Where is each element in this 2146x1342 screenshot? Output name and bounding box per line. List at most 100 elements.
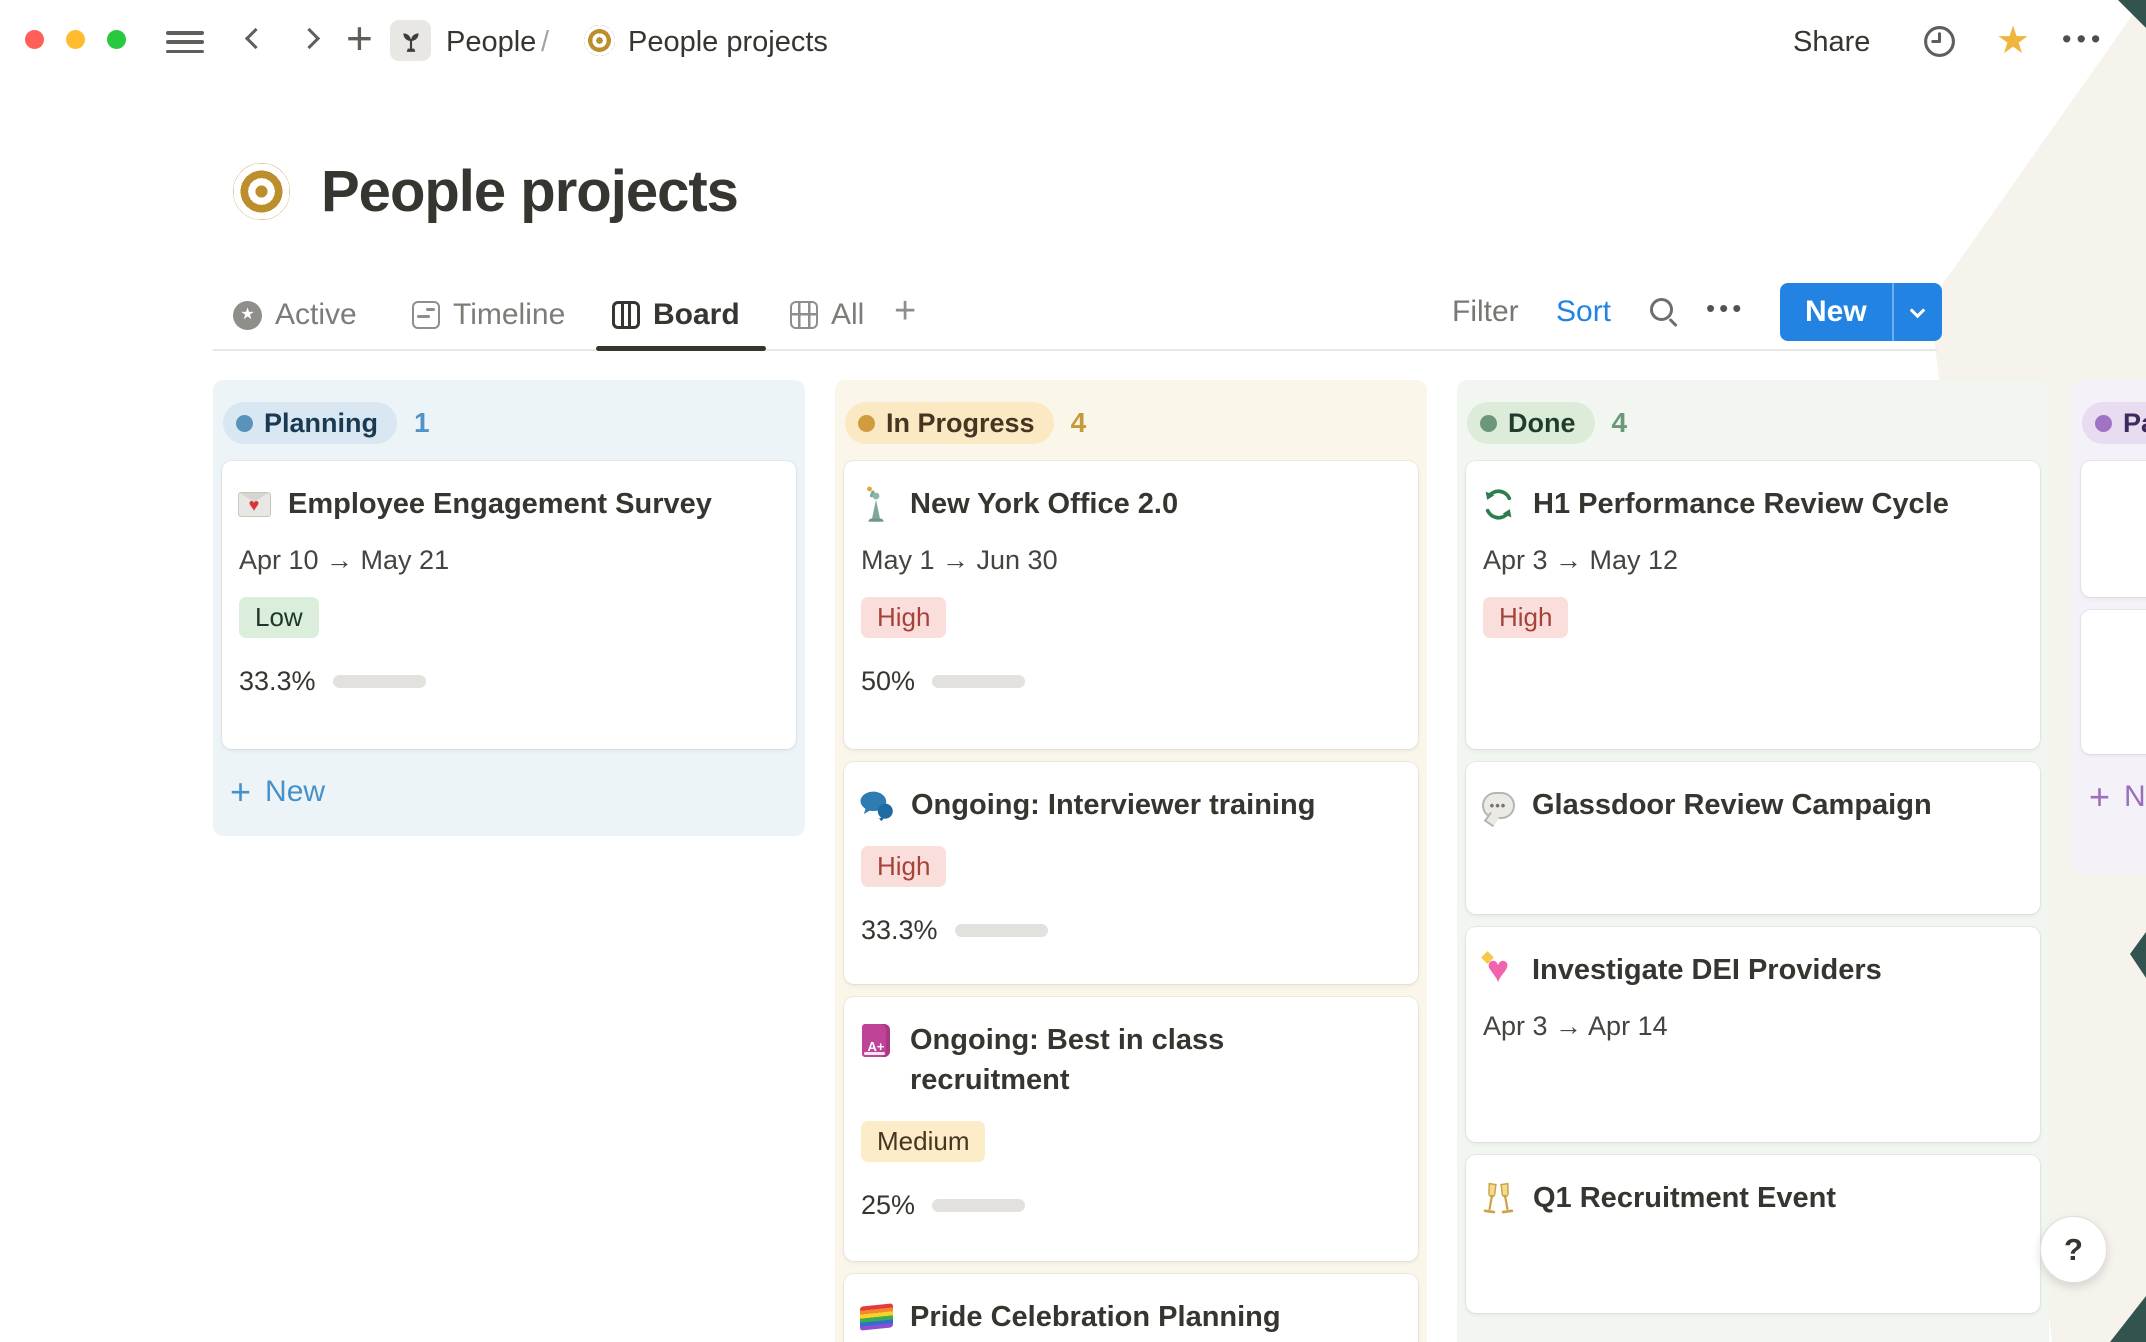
card-h1-performance-review[interactable]: H1 Performance Review Cycle Apr 3 → May …: [1466, 461, 2040, 749]
card-progress: 33.3%: [861, 915, 1400, 946]
progress-bar: [932, 1199, 1026, 1212]
tab-active[interactable]: Active: [233, 293, 357, 337]
speech-balloon-icon: [1481, 785, 1515, 825]
favorite-star-icon[interactable]: [1996, 18, 2030, 63]
help-button[interactable]: ?: [2040, 1216, 2107, 1283]
progress-bar: [954, 924, 1048, 937]
tab-label: Active: [275, 298, 357, 331]
status-pill-planning[interactable]: Planning: [223, 402, 397, 444]
add-card-button[interactable]: New: [2072, 767, 2146, 814]
a-plus-book-icon: [859, 1020, 893, 1060]
add-card-label: New: [2124, 780, 2146, 813]
view-tabs-bar: Active Timeline Board All Filter Sort Ne…: [0, 283, 2146, 353]
back-icon[interactable]: [244, 27, 267, 51]
priority-tag: High: [861, 846, 947, 887]
status-pill-done[interactable]: Done: [1467, 402, 1595, 444]
status-dot-icon: [236, 414, 253, 432]
cycle-arrows-icon: [1481, 484, 1516, 524]
more-icon[interactable]: [2062, 24, 2105, 55]
breadcrumb-people-page-icon[interactable]: [390, 20, 431, 61]
tab-timeline[interactable]: Timeline: [412, 293, 565, 337]
pride-flag-icon: [859, 1297, 893, 1337]
card-title: Investigate DEI Providers: [1532, 954, 1882, 986]
card-dates: Apr 3 → May 12: [1483, 545, 1679, 575]
sidebar-menu-icon[interactable]: [166, 31, 204, 53]
card-title: Pride Celebration Planning: [910, 1301, 1281, 1333]
window-toolbar: People / People projects Share: [0, 0, 2146, 80]
clinking-glasses-icon: [1481, 1178, 1516, 1218]
card-title: Glassdoor Review Campaign: [1532, 789, 1932, 821]
status-label: In Progress: [886, 407, 1035, 438]
column-header[interactable]: Pa: [2072, 380, 2146, 461]
card-untitled[interactable]: [2081, 461, 2146, 597]
status-pill-paused[interactable]: Pa: [2082, 402, 2146, 444]
add-card-label: New: [265, 775, 326, 808]
card-dates: Apr 10 → May 21: [239, 545, 450, 575]
card-title: Ongoing: Best in class recruitment: [910, 1024, 1225, 1096]
add-card-button[interactable]: New: [1457, 1326, 2049, 1342]
card-employee-engagement-survey[interactable]: Employee Engagement Survey Apr 10 → May …: [222, 461, 796, 749]
card-progress: 25%: [861, 1190, 1400, 1221]
maximize-window-icon[interactable]: [107, 30, 126, 49]
card-interviewer-training[interactable]: Ongoing: Interviewer training High 33.3%: [844, 762, 1418, 984]
card-title: New York Office 2.0: [910, 488, 1179, 520]
card-title: Ongoing: Interviewer training: [911, 789, 1316, 821]
card-new-york-office[interactable]: New York Office 2.0 May 1 → Jun 30 High …: [844, 461, 1418, 749]
column-header[interactable]: Planning 1: [213, 380, 805, 461]
card-pride-celebration-planning[interactable]: Pride Celebration Planning: [844, 1274, 1418, 1342]
new-page-icon[interactable]: [346, 11, 373, 65]
new-dropdown-button[interactable]: [1894, 283, 1942, 341]
status-pill-in-progress[interactable]: In Progress: [845, 402, 1054, 444]
page-target-icon[interactable]: [233, 163, 290, 220]
card-glassdoor-review-campaign[interactable]: Glassdoor Review Campaign: [1466, 762, 2040, 914]
tab-board[interactable]: Board: [612, 293, 740, 337]
speech-bubbles-icon: [859, 785, 894, 825]
plant-icon: [402, 32, 419, 52]
page-title-block: People projects: [233, 158, 739, 225]
column-paused-partial: Pa New: [2072, 380, 2146, 874]
sort-button[interactable]: Sort: [1556, 295, 1611, 329]
card-title: Employee Engagement Survey: [288, 488, 712, 520]
plus-icon: [230, 777, 251, 807]
column-header[interactable]: In Progress 4: [835, 380, 1427, 461]
card-progress: 33.3%: [239, 666, 778, 697]
priority-tag: High: [1483, 597, 1569, 638]
card-title: Q1 Recruitment Event: [1533, 1182, 1836, 1214]
close-window-icon[interactable]: [25, 30, 44, 49]
progress-label: 50%: [861, 666, 916, 696]
card-untitled[interactable]: [2081, 610, 2146, 754]
column-count: 4: [1611, 407, 1628, 438]
column-done: Done 4 H1 Performance Review Cycle Apr 3…: [1457, 380, 2049, 1342]
search-icon[interactable]: [1650, 298, 1673, 321]
minimize-window-icon[interactable]: [66, 30, 85, 49]
column-header[interactable]: Done 4: [1457, 380, 2049, 461]
status-dot-icon: [858, 414, 875, 432]
breadcrumb-separator: /: [541, 26, 550, 58]
forward-icon[interactable]: [298, 27, 321, 51]
card-q1-recruitment-event[interactable]: Q1 Recruitment Event: [1466, 1155, 2040, 1313]
add-card-button[interactable]: New: [213, 762, 805, 809]
breadcrumb-page[interactable]: People: [446, 26, 536, 59]
tabs-divider: [213, 349, 1937, 351]
new-button[interactable]: New: [1780, 283, 1942, 341]
tab-all[interactable]: All: [790, 293, 864, 337]
card-best-in-class-recruitment[interactable]: Ongoing: Best in class recruitment Mediu…: [844, 997, 1418, 1261]
star-circle-icon: [233, 300, 262, 330]
view-more-icon[interactable]: [1706, 293, 1745, 324]
add-view-icon[interactable]: [894, 289, 916, 333]
history-clock-icon[interactable]: [1922, 24, 1957, 64]
progress-bar: [932, 675, 1026, 688]
column-count: 4: [1070, 407, 1087, 438]
card-investigate-dei-providers[interactable]: Investigate DEI Providers Apr 3 → Apr 14: [1466, 927, 2040, 1142]
share-button[interactable]: Share: [1793, 26, 1870, 59]
breadcrumb-current-page[interactable]: People projects: [628, 26, 828, 59]
column-planning: Planning 1 Employee Engagement Survey Ap…: [213, 380, 805, 836]
filter-button[interactable]: Filter: [1452, 295, 1519, 329]
card-title: H1 Performance Review Cycle: [1533, 488, 1949, 520]
tab-label: All: [831, 298, 865, 331]
priority-tag: High: [861, 597, 947, 638]
column-in-progress: In Progress 4 New York Office 2.0 May 1 …: [835, 380, 1427, 1342]
page-title[interactable]: People projects: [321, 158, 739, 225]
status-dot-icon: [1480, 414, 1497, 432]
progress-label: 33.3%: [239, 666, 316, 696]
